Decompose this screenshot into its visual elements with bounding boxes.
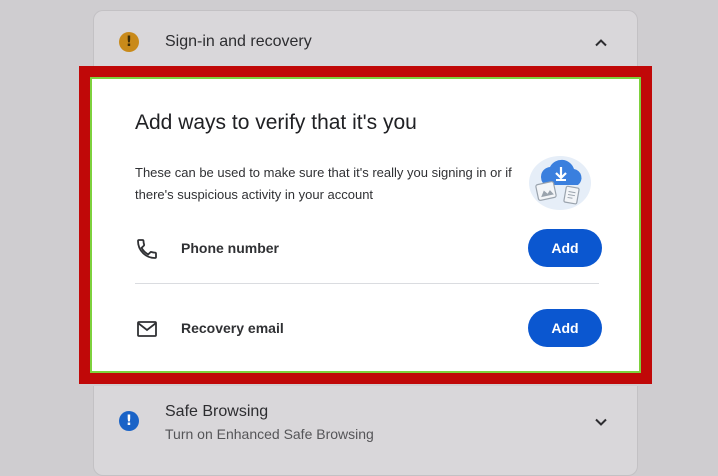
phone-number-row: Phone number Add	[92, 225, 639, 273]
add-phone-button[interactable]: Add	[528, 229, 602, 267]
safe-browsing-title: Safe Browsing	[165, 403, 269, 420]
verify-panel: Add ways to verify that it's you These c…	[90, 77, 641, 373]
recovery-email-row: Recovery email Add	[92, 305, 639, 353]
mail-icon	[137, 321, 157, 337]
chevron-up-icon[interactable]	[591, 33, 611, 53]
info-icon: !	[119, 411, 139, 431]
recovery-email-label: Recovery email	[181, 320, 284, 336]
phone-icon	[137, 239, 157, 259]
signin-recovery-title: Sign-in and recovery	[165, 33, 312, 50]
phone-number-label: Phone number	[181, 240, 280, 256]
panel-title: Add ways to verify that it's you	[135, 111, 417, 134]
panel-description: These can be used to make sure that it's…	[135, 165, 512, 202]
safe-browsing-card[interactable]: ! Safe Browsing Turn on Enhanced Safe Br…	[93, 386, 638, 476]
cloud-upload-illustration	[529, 156, 591, 210]
add-recovery-email-button[interactable]: Add	[528, 309, 602, 347]
safe-browsing-subtitle: Turn on Enhanced Safe Browsing	[165, 426, 374, 442]
divider	[135, 283, 599, 284]
highlight-frame: Add ways to verify that it's you These c…	[79, 66, 652, 384]
chevron-down-icon[interactable]	[591, 412, 611, 432]
warning-icon: !	[119, 32, 139, 52]
